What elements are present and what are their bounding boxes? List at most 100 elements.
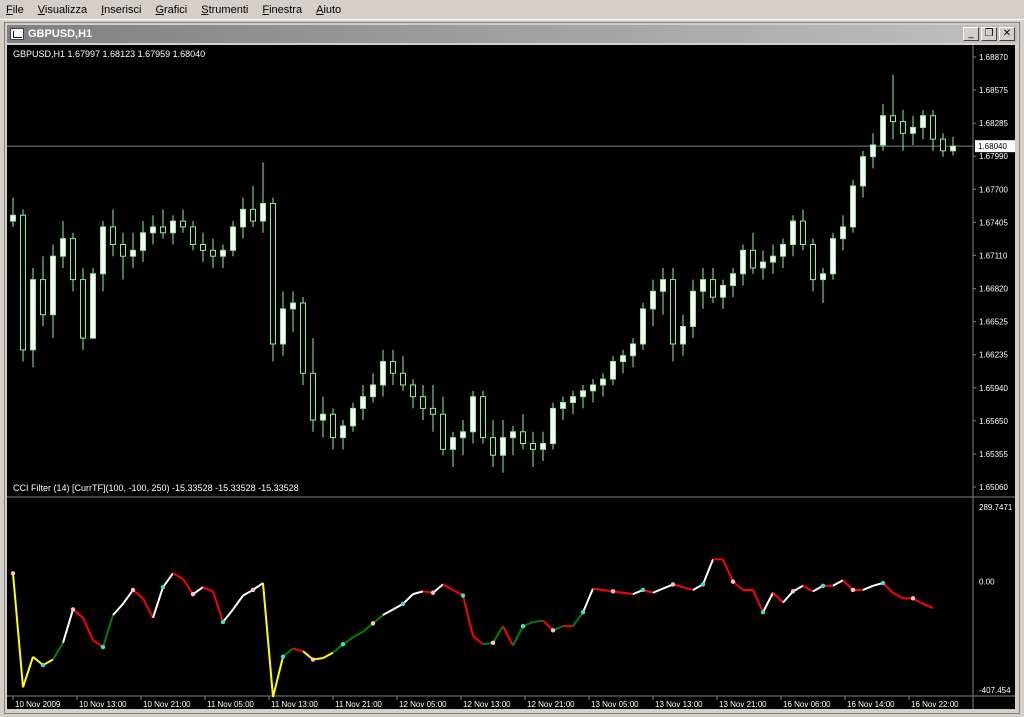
candle-body xyxy=(380,361,386,386)
cci-segment xyxy=(472,635,484,645)
candle-body xyxy=(10,214,16,222)
cci-segment xyxy=(262,582,274,698)
candle-body xyxy=(450,437,456,450)
cci-segment xyxy=(102,614,114,648)
candle-body xyxy=(690,290,696,327)
menu-file[interactable]: File xyxy=(0,0,32,20)
time-label: 10 Nov 2009 xyxy=(15,700,61,709)
cci-dot xyxy=(310,657,316,662)
restore-button[interactable]: ❒ xyxy=(981,27,997,41)
minimize-button[interactable]: _ xyxy=(963,27,979,41)
candle-body xyxy=(860,156,866,187)
cci-dot xyxy=(880,580,886,586)
time-label: 16 Nov 14:00 xyxy=(847,700,895,709)
time-label: 12 Nov 21:00 xyxy=(527,700,575,709)
menu-insert[interactable]: Inserisci xyxy=(95,0,149,20)
candle-body xyxy=(240,208,246,228)
window-titlebar[interactable]: GBPUSD,H1 _ ❒ ✕ xyxy=(7,25,1017,43)
chart-svg[interactable]: 1.68870 1.68575 1.68285 1.67990 1.67700 1.674… xyxy=(7,45,1015,709)
candle-body xyxy=(110,226,116,245)
candle-body xyxy=(930,115,936,140)
cci-segment xyxy=(722,558,734,583)
candle-body xyxy=(90,273,96,339)
time-axis: 10 Nov 2009 10 Nov 13:00 10 Nov 21:00 11 No… xyxy=(12,696,959,709)
price-label: 1.65650 xyxy=(979,417,1008,426)
menu-view[interactable]: Visualizza xyxy=(32,0,95,20)
time-label: 13 Nov 21:00 xyxy=(719,700,767,709)
candle-body xyxy=(230,226,236,251)
menu-help[interactable]: Aiuto xyxy=(310,0,349,20)
cci-segment xyxy=(832,579,844,587)
cci-segment xyxy=(232,594,244,611)
candle-body xyxy=(190,226,196,245)
cci-segment xyxy=(82,617,94,641)
cci-dot xyxy=(70,607,76,612)
candle-body xyxy=(200,243,206,251)
cci-segment xyxy=(202,586,214,593)
cci-segment xyxy=(762,592,774,613)
price-label: 1.67990 xyxy=(979,152,1008,161)
time-label: 10 Nov 21:00 xyxy=(143,700,191,709)
candle-body xyxy=(630,343,636,357)
indicator-label: CCI Filter (14) [CurrTF](100, -100, 250)… xyxy=(13,483,299,493)
cci-dot xyxy=(820,583,826,588)
cci-layer: 289.7471 0.00 -407.454 xyxy=(10,503,1013,698)
cci-dot xyxy=(40,662,46,668)
candle-body xyxy=(410,384,416,398)
candle-body xyxy=(260,203,266,222)
candle-body xyxy=(680,325,686,345)
candle-body xyxy=(950,145,956,152)
candle-body xyxy=(660,279,666,292)
candle-body xyxy=(100,226,106,275)
current-price-label: 1.68040 xyxy=(978,142,1007,151)
cci-segment xyxy=(592,587,604,591)
candle-body xyxy=(510,431,516,439)
menu-bar: File Visualizza Inserisci Grafici Strume… xyxy=(0,0,1024,20)
cci-dot xyxy=(400,601,406,607)
cci-dot xyxy=(580,610,586,615)
cci-segment xyxy=(582,588,594,613)
cci-segment xyxy=(182,578,194,595)
chart-window: GBPUSD,H1 _ ❒ ✕ 1.68870 1.68575 1.68285 1.6… xyxy=(4,22,1020,714)
candle-body xyxy=(810,243,816,281)
cci-dot xyxy=(370,621,376,626)
cci-segment xyxy=(922,602,934,609)
menu-window[interactable]: Finestra xyxy=(256,0,310,20)
cci-dot xyxy=(640,587,646,593)
candle-body xyxy=(20,214,26,351)
cci-segment xyxy=(112,603,124,616)
menu-tools[interactable]: Strumenti xyxy=(195,0,256,20)
chart-area[interactable]: 1.68870 1.68575 1.68285 1.67990 1.67700 1.674… xyxy=(7,45,1015,709)
time-label: 11 Nov 05:00 xyxy=(207,700,255,709)
cci-segment xyxy=(382,608,394,616)
cci-segment xyxy=(622,591,634,596)
candle-body xyxy=(490,437,496,456)
price-label: 1.67700 xyxy=(979,185,1008,194)
candle-body xyxy=(600,378,606,386)
candle-body xyxy=(890,115,896,123)
price-label: 1.67110 xyxy=(979,251,1008,260)
candle-body xyxy=(470,396,476,433)
candle-body xyxy=(790,220,796,245)
candle-body xyxy=(750,249,756,269)
candle-body xyxy=(590,384,596,392)
candle-body xyxy=(850,185,856,228)
close-button[interactable]: ✕ xyxy=(999,27,1015,41)
candle-body xyxy=(640,308,646,345)
cci-segment xyxy=(532,619,544,623)
cci-segment xyxy=(142,597,154,619)
candle-body xyxy=(920,115,926,128)
price-axis: 1.68870 1.68575 1.68285 1.67990 1.67700 1.674… xyxy=(973,53,1015,492)
cci-segment xyxy=(772,592,784,604)
cci-segment xyxy=(682,586,694,591)
candle-body xyxy=(940,138,946,152)
candle-body xyxy=(140,232,146,251)
cci-segment xyxy=(502,625,514,647)
window-controls: _ ❒ ✕ xyxy=(963,27,1015,41)
cci-segment xyxy=(802,584,814,593)
cci-segment xyxy=(412,590,424,596)
price-label: 1.68575 xyxy=(979,86,1008,95)
cci-segment xyxy=(352,630,364,639)
menu-charts[interactable]: Grafici xyxy=(149,0,195,20)
candle-body xyxy=(570,396,576,404)
